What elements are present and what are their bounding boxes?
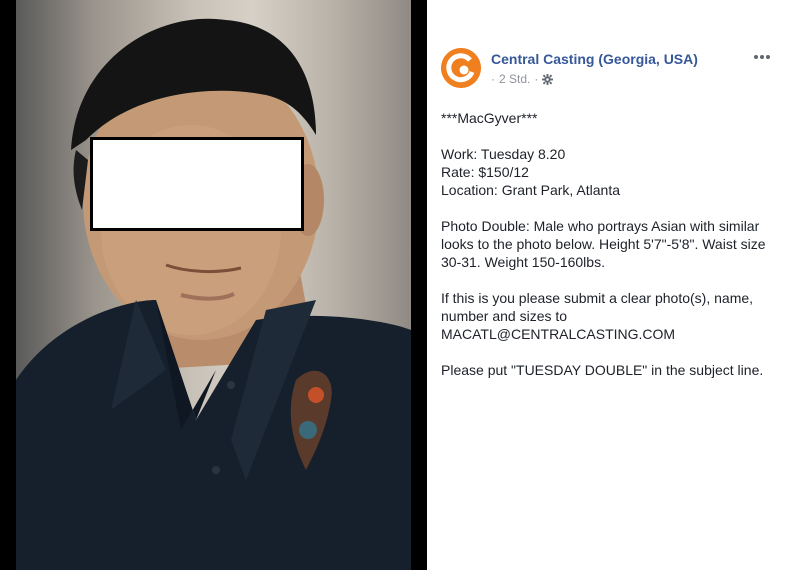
post-title: ***MacGyver*** xyxy=(441,110,538,126)
post-panel: Central Casting (Georgia, USA) · 2 Std. … xyxy=(427,0,786,570)
post-text: ***MacGyver*** Work: Tuesday 8.20 Rate: … xyxy=(441,109,774,397)
meta-separator: · xyxy=(534,72,539,86)
contact-email: MACATL@CENTRALCASTING.COM xyxy=(441,326,676,342)
work-date: Work: Tuesday 8.20 xyxy=(441,146,566,162)
post-photo-viewer xyxy=(0,0,427,570)
location: Location: Grant Park, Atlanta xyxy=(441,182,620,198)
page-avatar[interactable] xyxy=(441,48,481,88)
post-meta: · 2 Std. · xyxy=(491,72,554,86)
meta-separator: · xyxy=(491,72,495,86)
pay-rate: Rate: $150/12 xyxy=(441,164,529,180)
post-timestamp[interactable]: 2 Std. xyxy=(499,72,530,86)
central-casting-logo-icon xyxy=(441,48,481,88)
description-line: 30-31. Weight 150-160lbs. xyxy=(441,254,605,270)
subject-line-instruction: Please put "TUESDAY DOUBLE" in the subje… xyxy=(441,362,764,378)
description-line: Photo Double: Male who portrays Asian wi… xyxy=(441,218,760,234)
reference-photo[interactable] xyxy=(16,0,411,570)
description-line: looks to the photo below. Height 5'7"-5'… xyxy=(441,236,766,252)
face-censor-box xyxy=(90,137,304,231)
submit-instructions: If this is you please submit a clear pho… xyxy=(441,290,754,306)
more-options-icon[interactable] xyxy=(752,50,772,64)
gear-icon[interactable] xyxy=(542,73,554,85)
man-portrait-image xyxy=(16,18,411,570)
page-name-link[interactable]: Central Casting (Georgia, USA) xyxy=(491,51,698,67)
submit-instructions: number and sizes to xyxy=(441,308,568,324)
post-header: Central Casting (Georgia, USA) · 2 Std. … xyxy=(441,48,772,90)
